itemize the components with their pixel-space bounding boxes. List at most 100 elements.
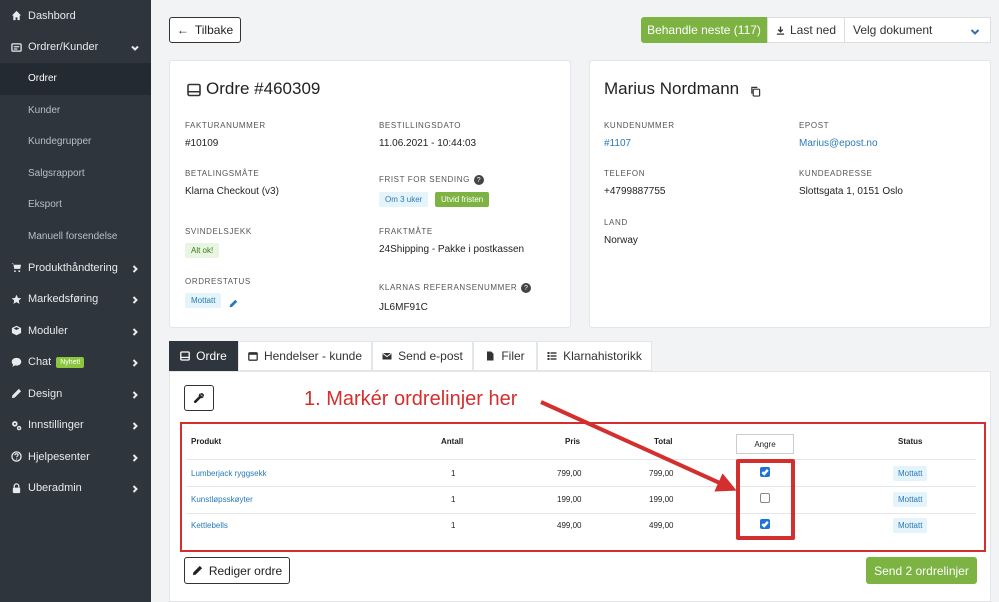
klarna-reference-value: JL6MF91C bbox=[379, 302, 428, 313]
sidebar-item-label: Hjelpesenter bbox=[28, 450, 90, 463]
shipping-method-value: 24Shipping - Pakke i postkassen bbox=[379, 244, 525, 255]
order-lines-highlight-frame bbox=[180, 422, 986, 552]
extend-deadline-button[interactable]: Utvid fristen bbox=[435, 192, 490, 207]
chat-icon bbox=[10, 356, 22, 368]
back-button[interactable]: ← Tilbake bbox=[169, 17, 241, 43]
payment-method-label: BETALINGSMÅTE bbox=[185, 169, 260, 178]
table-row-status-badge: Mottatt bbox=[893, 492, 928, 507]
help-icon[interactable]: ? bbox=[473, 175, 484, 185]
fraud-check-label: SVINDELSJEKK bbox=[185, 227, 252, 236]
document-select[interactable]: Velg dokument bbox=[845, 17, 991, 43]
new-badge: Nyhet! bbox=[56, 356, 85, 368]
row-divider bbox=[186, 459, 976, 460]
tab-label: Ordre bbox=[196, 349, 227, 363]
sidebar-subitem-customers[interactable]: Kunder bbox=[0, 95, 151, 127]
payment-method-value: Klarna Checkout (v3) bbox=[185, 186, 279, 197]
wrench-icon bbox=[193, 392, 205, 404]
order-title: Ordre #460309 bbox=[206, 79, 321, 98]
home-icon bbox=[10, 10, 22, 22]
help-icon[interactable]: ? bbox=[521, 283, 532, 293]
sidebar-item-modules[interactable]: Moduler bbox=[0, 315, 151, 347]
table-row-price: 799,00 bbox=[557, 469, 582, 478]
sidebar-item-dashboard[interactable]: Dashbord bbox=[0, 0, 151, 32]
sidebar-item-chat[interactable]: Chat Nyhet! bbox=[0, 347, 151, 379]
phone-label: TELEFON bbox=[604, 169, 646, 178]
edit-order-label: Rediger ordre bbox=[208, 563, 283, 578]
sidebar-item-label: Produkthåndtering bbox=[28, 261, 118, 274]
pencil-icon bbox=[10, 388, 22, 400]
sidebar-item-label: Ordrer/Kunder bbox=[28, 41, 99, 54]
sidebar-item-label: Markedsføring bbox=[28, 293, 99, 306]
table-row-product-link[interactable]: Kunstløpsskøyter bbox=[191, 495, 253, 504]
chevron-down-icon bbox=[970, 26, 980, 40]
klarna-reference-label: KLARNAS REFERANSENUMMER? bbox=[379, 283, 532, 293]
sidebar-item-marketing[interactable]: Markedsføring bbox=[0, 284, 151, 316]
sidebar-item-settings[interactable]: Innstillinger bbox=[0, 410, 151, 442]
customer-number-link[interactable]: #1107 bbox=[604, 138, 631, 149]
table-row-quantity: 1 bbox=[451, 495, 456, 504]
copy-icon[interactable] bbox=[750, 84, 761, 102]
shipping-deadline-label-text: FRIST FOR SENDING bbox=[379, 175, 470, 185]
edit-pencil-icon[interactable] bbox=[229, 295, 238, 313]
sidebar-subitem-sales-report[interactable]: Salgsrapport bbox=[0, 158, 151, 190]
phone-value: +4799887755 bbox=[604, 186, 666, 197]
sidebar-item-label: Moduler bbox=[28, 324, 68, 337]
sidebar-item-product-management[interactable]: Produkthåndtering bbox=[0, 252, 151, 284]
gears-icon bbox=[10, 419, 22, 431]
sidebar-item-design[interactable]: Design bbox=[0, 378, 151, 410]
edit-order-button[interactable]: Rediger ordre bbox=[184, 557, 290, 584]
tab-label: Filer bbox=[501, 349, 525, 363]
arrow-left-icon: ← bbox=[176, 23, 189, 37]
chevron-down-icon bbox=[131, 43, 139, 52]
file-icon bbox=[485, 351, 495, 361]
table-row-price: 199,00 bbox=[557, 495, 582, 504]
send-order-lines-button[interactable]: Send 2 ordrelinjer bbox=[866, 557, 977, 584]
order-card: Ordre #460309 FAKTURANUMMER #10109 BESTI… bbox=[169, 60, 571, 328]
chevron-right-icon bbox=[131, 484, 139, 493]
column-header-quantity: Antall bbox=[441, 437, 464, 446]
chevron-right-icon bbox=[131, 453, 139, 462]
table-row-status-badge: Mottatt bbox=[893, 518, 928, 533]
column-header-price: Pris bbox=[565, 437, 581, 446]
cart-icon bbox=[10, 262, 22, 274]
sidebar-item-label: Chat bbox=[28, 356, 52, 369]
calendar-icon bbox=[248, 351, 258, 361]
order-icon bbox=[187, 83, 201, 102]
tab-send-email[interactable]: Send e-post bbox=[372, 341, 473, 371]
sidebar-subitem-export[interactable]: Eksport bbox=[0, 189, 151, 221]
process-next-button[interactable]: Behandle neste (117) bbox=[641, 17, 767, 43]
fraud-check-badge: Alt ok! bbox=[185, 243, 220, 258]
sidebar-subitem-manual-shipment[interactable]: Manuell forsendelse bbox=[0, 221, 151, 253]
tab-label: Send e-post bbox=[398, 349, 463, 363]
table-row-product-link[interactable]: Lumberjack ryggsekk bbox=[191, 469, 267, 478]
sidebar-item-orders-customers[interactable]: Ordrer/Kunder bbox=[0, 32, 151, 64]
orders-icon bbox=[10, 41, 22, 53]
tab-events-customer[interactable]: Hendelser - kunde bbox=[238, 341, 372, 371]
tab-files[interactable]: Filer bbox=[473, 341, 537, 371]
sidebar-subitem-orders[interactable]: Ordrer bbox=[0, 63, 151, 95]
sidebar-item-uberadmin[interactable]: Uberadmin bbox=[0, 473, 151, 505]
undo-button[interactable]: Angre bbox=[736, 434, 794, 454]
row-divider bbox=[186, 486, 976, 487]
download-button[interactable]: Last ned bbox=[767, 17, 845, 43]
table-row-quantity: 1 bbox=[451, 521, 456, 530]
sidebar-item-label: Uberadmin bbox=[28, 482, 82, 495]
tab-klarna-history[interactable]: Klarnahistorikk bbox=[537, 341, 652, 371]
tools-button[interactable] bbox=[184, 385, 214, 411]
table-row-total: 199,00 bbox=[649, 495, 674, 504]
column-header-total: Total bbox=[654, 437, 673, 446]
tab-order[interactable]: Ordre bbox=[169, 341, 238, 371]
order-icon bbox=[180, 351, 191, 361]
email-label: EPOST bbox=[799, 121, 830, 130]
row-divider bbox=[186, 513, 976, 514]
table-row-status-badge: Mottatt bbox=[893, 466, 928, 481]
chevron-right-icon bbox=[131, 421, 139, 430]
email-link[interactable]: Marius@epost.no bbox=[799, 138, 878, 149]
customer-name: Marius Nordmann bbox=[604, 79, 740, 98]
chevron-right-icon bbox=[131, 295, 139, 304]
sidebar-subitem-customer-groups[interactable]: Kundegrupper bbox=[0, 126, 151, 158]
table-row-product-link[interactable]: Kettlebells bbox=[191, 521, 228, 530]
sidebar-item-label: Dashbord bbox=[28, 9, 76, 22]
sidebar-item-help-center[interactable]: Hjelpesenter bbox=[0, 441, 151, 473]
klarna-reference-label-text: KLARNAS REFERANSENUMMER bbox=[379, 283, 518, 293]
